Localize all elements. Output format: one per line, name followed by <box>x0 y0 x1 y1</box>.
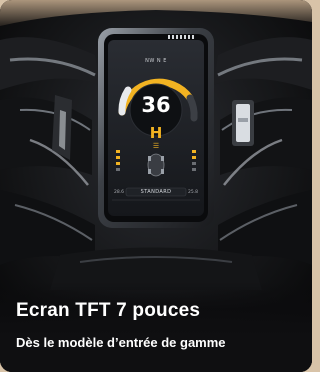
compass-readout: NW N E <box>145 58 167 64</box>
drive-mode-label: STANDARD <box>140 189 172 195</box>
tft-display: NW N E 36 H ☰ 28.6 25.8 STANDARD <box>108 40 204 216</box>
caption-title: Ecran TFT 7 pouces <box>16 300 201 321</box>
speed-value: 36 <box>141 93 171 117</box>
range-right: 25.8 <box>187 190 198 195</box>
caption-overlay <box>0 282 312 372</box>
feature-card: NW N E 36 H ☰ 28.6 25.8 STANDARD Ecran T… <box>0 0 312 372</box>
caption-subtitle: Dès le modèle d’entrée de gamme <box>16 335 226 350</box>
headlight-icon: ☰ <box>152 143 160 150</box>
range-left: 28.6 <box>114 190 125 195</box>
gear-indicator: H <box>149 124 163 142</box>
scooter-top-view-icon <box>144 152 168 178</box>
